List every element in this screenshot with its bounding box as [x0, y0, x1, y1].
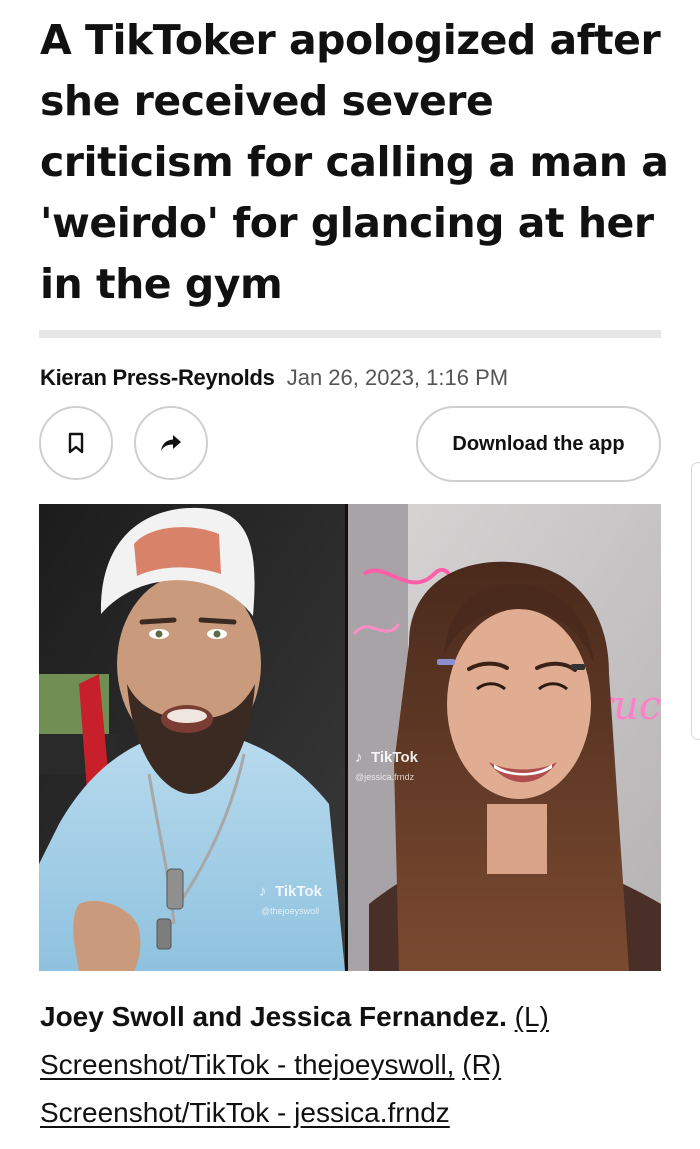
byline: Kieran Press-Reynolds Jan 26, 2023, 1:16… — [40, 364, 508, 392]
right-tiktok-watermark: TikTok — [371, 749, 419, 766]
left-tiktok-handle: @thejoeyswoll — [261, 906, 319, 916]
right-video-frame: ruc ♪ TikTok @jessica.frndz — [348, 504, 661, 971]
credit-left-marker[interactable]: (L) — [515, 1001, 549, 1032]
share-button[interactable] — [134, 406, 208, 480]
credit-right-marker[interactable]: (R) — [462, 1049, 501, 1080]
photo-caption: Joey Swoll and Jessica Fernandez. (L) Scr… — [40, 993, 660, 1137]
svg-text:♪: ♪ — [355, 749, 363, 766]
left-video-frame: ♪ TikTok @thejoeyswoll — [39, 504, 345, 971]
publish-date: Jan 26, 2023, 1:16 PM — [286, 365, 509, 390]
headline-divider — [39, 330, 661, 338]
credit-line-left[interactable]: Screenshot/TikTok - thejoeyswoll, — [40, 1049, 454, 1080]
download-app-button[interactable]: Download the app — [416, 406, 661, 482]
share-arrow-icon — [161, 435, 181, 451]
svg-text:♪: ♪ — [259, 883, 267, 900]
caption-names: Joey Swoll and Jessica Fernandez. — [40, 1001, 507, 1032]
author-name[interactable]: Kieran Press-Reynolds — [40, 365, 275, 390]
save-button[interactable] — [39, 406, 113, 480]
scroll-indicator[interactable] — [691, 462, 700, 740]
article-headline: A TikToker apologized after she received… — [40, 16, 669, 308]
credit-line-right[interactable]: Screenshot/TikTok - jessica.frndz — [40, 1097, 450, 1128]
right-tiktok-handle: @jessica.frndz — [355, 772, 415, 782]
bookmark-icon — [68, 432, 84, 454]
article-photo: ♪ TikTok @thejoeyswoll ruc ♪ TikTok @jes… — [39, 504, 661, 971]
left-tiktok-watermark: TikTok — [275, 883, 323, 900]
